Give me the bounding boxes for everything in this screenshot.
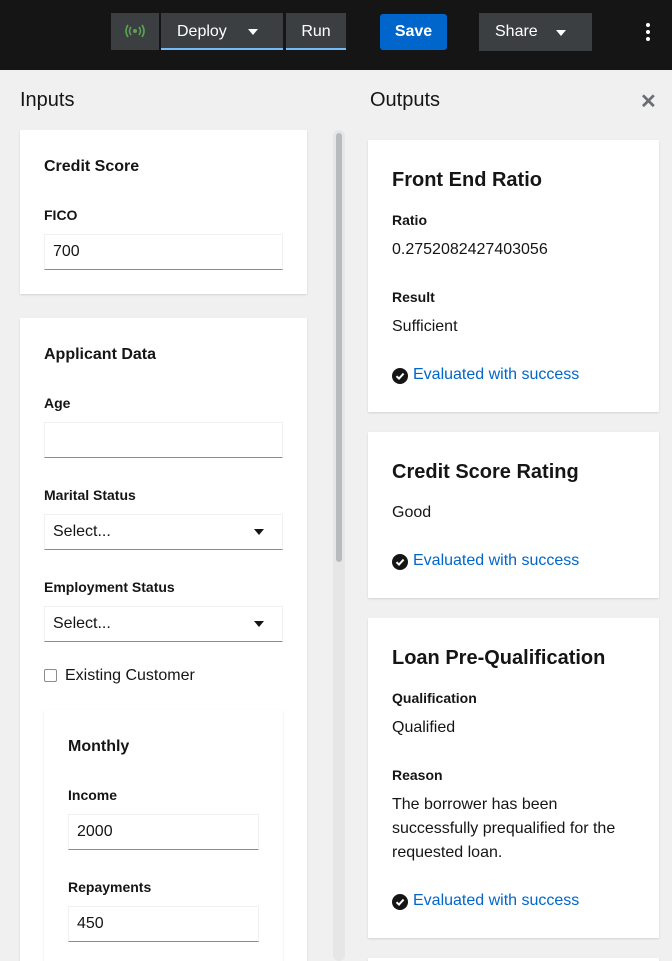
loan-prequalification-title: Loan Pre-Qualification — [392, 647, 606, 669]
credit-score-rating-status: Evaluated with success — [392, 552, 612, 572]
marital-status-label: Marital Status — [44, 487, 136, 503]
select-arrow-icon — [254, 529, 264, 535]
credit-score-rating-title: Credit Score Rating — [392, 461, 579, 483]
age-input[interactable] — [44, 422, 283, 458]
caret-down-icon — [556, 30, 566, 36]
existing-customer-row: Existing Customer — [44, 667, 244, 687]
check-circle-icon — [392, 894, 408, 910]
top-toolbar: Deploy Run Save Share — [0, 0, 672, 70]
deploy-label: Deploy — [177, 23, 227, 40]
check-circle-icon — [392, 368, 408, 384]
front-end-ratio-status-text: Evaluated with success — [413, 366, 580, 383]
loan-prequalification-status: Evaluated with success — [392, 892, 612, 912]
credit-score-rating-card: Credit Score Rating Good Evaluated with … — [368, 432, 659, 598]
ratio-label: Ratio — [392, 212, 427, 228]
fico-input[interactable]: 700 — [44, 234, 283, 270]
credit-score-title: Credit Score — [44, 158, 140, 175]
income-input[interactable]: 2000 — [68, 814, 259, 850]
credit-score-rating-value: Good — [392, 504, 432, 521]
run-button[interactable]: Run — [286, 13, 346, 50]
employment-status-select[interactable]: Select... — [44, 606, 283, 642]
existing-customer-checkbox[interactable] — [44, 669, 57, 682]
status-button[interactable] — [111, 13, 159, 50]
broadcast-icon — [125, 24, 145, 38]
credit-score-rating-status-text: Evaluated with success — [413, 552, 580, 569]
deploy-button[interactable]: Deploy — [161, 13, 283, 50]
front-end-ratio-title: Front End Ratio — [392, 169, 542, 191]
employment-status-label: Employment Status — [44, 579, 175, 595]
inputs-title: Inputs — [20, 89, 75, 111]
caret-down-icon — [248, 29, 258, 35]
reason-value: The borrower has been successfully prequ… — [392, 796, 616, 861]
kebab-icon[interactable] — [643, 23, 653, 43]
run-label: Run — [301, 23, 331, 40]
qualification-value: Qualified — [392, 719, 456, 736]
result-label: Result — [392, 289, 435, 305]
applicant-data-card: Applicant Data Age Marital Status Select… — [20, 318, 307, 961]
marital-status-value: Select... — [53, 523, 111, 540]
close-icon[interactable]: ✕ — [640, 89, 657, 114]
inputs-scrollbar-thumb[interactable] — [336, 133, 342, 562]
save-button[interactable]: Save — [380, 14, 447, 50]
front-end-ratio-card: Front End Ratio Ratio 0.2752082427403056… — [368, 140, 659, 412]
credit-score-card: Credit Score FICO 700 — [20, 130, 307, 294]
select-arrow-icon — [254, 621, 264, 627]
result-value: Sufficient — [392, 318, 458, 335]
age-label: Age — [44, 395, 71, 411]
repayments-input[interactable]: 450 — [68, 906, 259, 942]
applicant-data-title: Applicant Data — [44, 346, 157, 363]
monthly-card: Monthly Income 2000 Repayments 450 — [44, 710, 283, 961]
income-label: Income — [68, 787, 118, 803]
share-button[interactable]: Share — [479, 13, 592, 51]
reason-label: Reason — [392, 767, 443, 783]
qualification-label: Qualification — [392, 690, 477, 706]
repayments-label: Repayments — [68, 879, 152, 895]
outputs-title: Outputs — [370, 89, 441, 111]
loan-prequalification-card: Loan Pre-Qualification Qualification Qua… — [368, 618, 659, 938]
share-label: Share — [495, 23, 538, 40]
existing-customer-label: Existing Customer — [65, 667, 195, 684]
marital-status-select[interactable]: Select... — [44, 514, 283, 550]
loan-prequalification-status-text: Evaluated with success — [413, 892, 580, 909]
front-end-ratio-status: Evaluated with success — [392, 366, 612, 386]
check-circle-icon — [392, 554, 408, 570]
save-label: Save — [394, 23, 433, 40]
monthly-title: Monthly — [68, 738, 130, 755]
fico-label: FICO — [44, 207, 78, 223]
employment-status-value: Select... — [53, 615, 111, 632]
ratio-value: 0.2752082427403056 — [392, 241, 548, 258]
